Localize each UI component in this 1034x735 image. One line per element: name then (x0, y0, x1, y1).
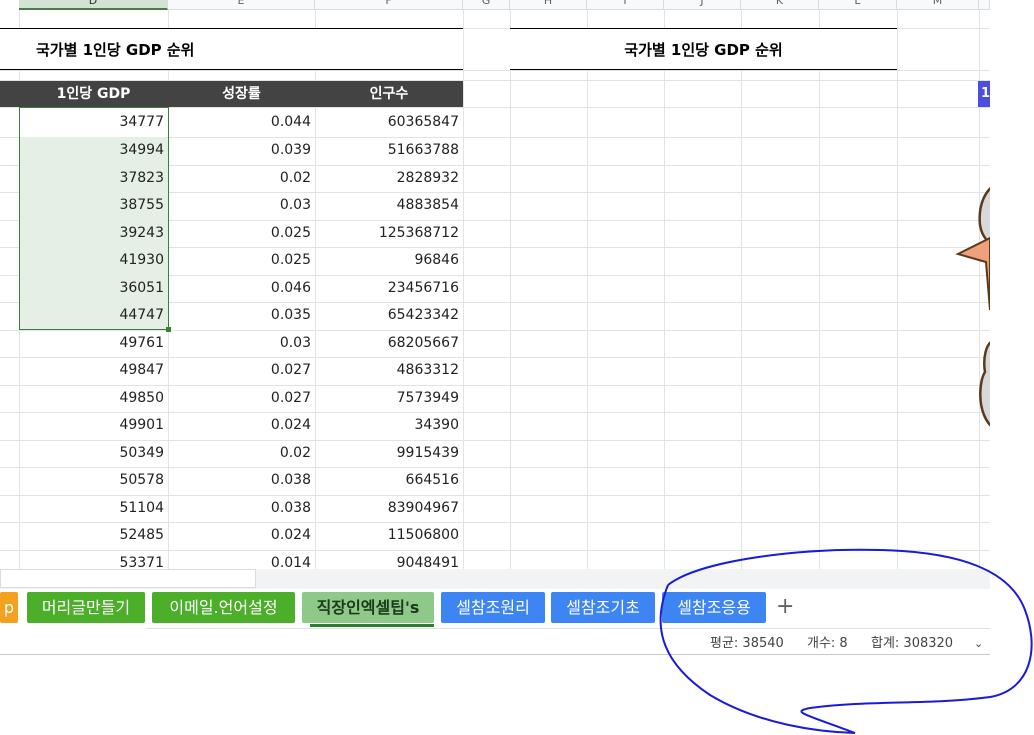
cell-gdp[interactable]: 34777 (19, 107, 168, 134)
cell-growth[interactable]: 0.03 (168, 328, 315, 355)
sheet-tab-cell-ref-basics[interactable]: 셀참조기초 (551, 592, 655, 623)
column-header-f[interactable]: F (315, 0, 463, 10)
column-header-j[interactable]: J (664, 0, 741, 10)
cell-gdp[interactable]: 39243 (19, 218, 168, 245)
cell-growth[interactable]: 0.02 (168, 438, 315, 465)
cell-population[interactable]: 11506800 (315, 520, 463, 547)
sheet-tab-email-language[interactable]: 이메일.언어설정 (152, 592, 295, 623)
cell-growth[interactable]: 0.038 (168, 493, 315, 520)
status-count: 개수: 8 (807, 636, 848, 651)
cell-gdp[interactable]: 37823 (19, 163, 168, 190)
cell-population[interactable]: 65423342 (315, 300, 463, 327)
cell-growth[interactable]: 0.039 (168, 135, 315, 162)
cell-gdp[interactable]: 53371 (19, 548, 168, 569)
cell-growth[interactable]: 0.014 (168, 548, 315, 569)
cell-gdp[interactable]: 49850 (19, 383, 168, 410)
status-divider (146, 628, 990, 629)
cell-gdp[interactable]: 44747 (19, 300, 168, 327)
cell-growth[interactable]: 0.025 (168, 218, 315, 245)
cell-gdp[interactable]: 50578 (19, 465, 168, 492)
cell-growth[interactable]: 0.044 (168, 107, 315, 134)
horizontal-scrollbar-thumb[interactable] (0, 569, 256, 588)
cell-growth[interactable]: 0.03 (168, 190, 315, 217)
sheet-tab-partial[interactable]: p (0, 592, 18, 623)
cell-population[interactable]: 4883854 (315, 190, 463, 217)
cell-gdp[interactable]: 49847 (19, 355, 168, 382)
cell-gdp[interactable]: 50349 (19, 438, 168, 465)
cell-population[interactable]: 51663788 (315, 135, 463, 162)
column-header-i[interactable]: I (587, 0, 664, 10)
cell-growth[interactable]: 0.035 (168, 300, 315, 327)
column-header-m[interactable]: M (897, 0, 979, 10)
cell-gdp[interactable]: 49901 (19, 410, 168, 437)
cell-gdp[interactable]: 52485 (19, 520, 168, 547)
column-header-d[interactable]: D (19, 0, 168, 10)
cell-gdp[interactable]: 38755 (19, 190, 168, 217)
column-header-e[interactable]: E (168, 0, 315, 10)
cell-gdp[interactable]: 49761 (19, 328, 168, 355)
cell-growth[interactable]: 0.027 (168, 383, 315, 410)
cell-population[interactable]: 9048491 (315, 548, 463, 569)
sheet-tab-cell-ref-principle[interactable]: 셀참조원리 (441, 592, 545, 623)
cell-population[interactable]: 9915439 (315, 438, 463, 465)
header-population[interactable]: 인구수 (315, 81, 463, 107)
cell-population[interactable]: 4863312 (315, 355, 463, 382)
cell-population[interactable]: 125368712 (315, 218, 463, 245)
cell-gdp[interactable]: 51104 (19, 493, 168, 520)
cell-population[interactable]: 83904967 (315, 493, 463, 520)
status-bottom-border (0, 654, 990, 655)
fill-handle[interactable] (166, 327, 171, 332)
cell-growth[interactable]: 0.025 (168, 245, 315, 272)
cell-growth[interactable]: 0.024 (168, 410, 315, 437)
header-growth-rate[interactable]: 성장률 (168, 81, 315, 107)
column-header-n[interactable] (979, 0, 990, 10)
spreadsheet-grid[interactable]: D E F G H I J K L M 국가별 1인당 GDP 순위 국가별 1… (0, 0, 990, 569)
column-header-k[interactable]: K (741, 0, 819, 10)
header-gdp-per-capita[interactable]: 1인당 GDP (19, 81, 168, 107)
add-sheet-icon[interactable]: + (776, 596, 794, 618)
partial-right-header: 1 (978, 81, 990, 107)
cell-population[interactable]: 60365847 (315, 107, 463, 134)
sheet-tab-header-maker[interactable]: 머리글만들기 (27, 592, 145, 623)
column-header-l[interactable]: L (819, 0, 897, 10)
cell-growth[interactable]: 0.027 (168, 355, 315, 382)
cell-population[interactable]: 23456716 (315, 273, 463, 300)
sheet-tab-office-excel-tips[interactable]: 직장인엑셀팁's (302, 592, 434, 623)
cell-gdp[interactable]: 41930 (19, 245, 168, 272)
cell-gdp[interactable]: 36051 (19, 273, 168, 300)
cell-gdp[interactable]: 34994 (19, 135, 168, 162)
cell-growth[interactable]: 0.046 (168, 273, 315, 300)
cell-growth[interactable]: 0.024 (168, 520, 315, 547)
status-average: 평균: 38540 (710, 636, 784, 651)
column-header-h[interactable]: H (510, 0, 587, 10)
sheet-tab-cell-ref-advanced[interactable]: 셀참조응용 (662, 592, 766, 623)
status-sum: 합계: 308320 (871, 636, 954, 651)
cell-population[interactable]: 96846 (315, 245, 463, 272)
cell-population[interactable]: 7573949 (315, 383, 463, 410)
column-header-g[interactable]: G (463, 0, 510, 10)
cell-growth[interactable]: 0.02 (168, 163, 315, 190)
cell-population[interactable]: 34390 (315, 410, 463, 437)
right-table-title: 국가별 1인당 GDP 순위 (510, 28, 897, 70)
left-table-title: 국가별 1인당 GDP 순위 (0, 28, 463, 70)
active-tab-indicator (310, 624, 434, 627)
cell-population[interactable]: 2828932 (315, 163, 463, 190)
cell-population[interactable]: 68205667 (315, 328, 463, 355)
chevron-down-icon[interactable]: ⌄ (974, 637, 983, 650)
cell-growth[interactable]: 0.038 (168, 465, 315, 492)
cell-population[interactable]: 664516 (315, 465, 463, 492)
